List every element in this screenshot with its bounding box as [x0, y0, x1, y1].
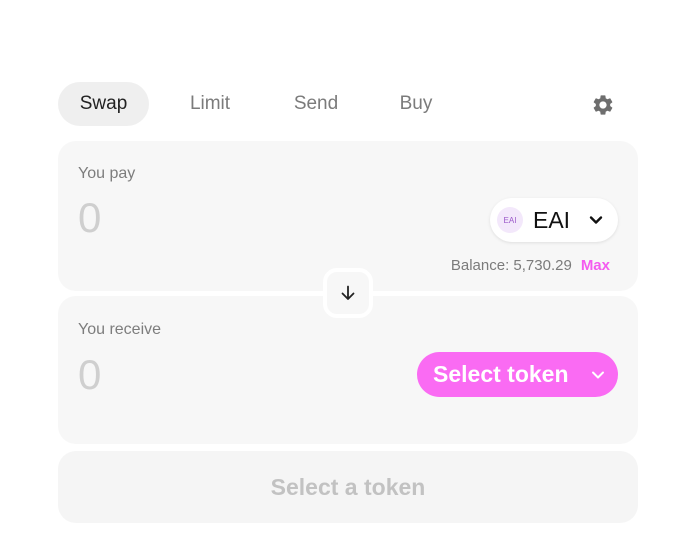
settings-button[interactable]	[590, 92, 615, 117]
chevron-down-icon	[592, 371, 604, 379]
swap-widget: Swap Limit Send Buy You pay 0 EAI EAI Ba…	[58, 82, 638, 523]
pay-token-symbol: EAI	[533, 206, 571, 233]
balance-row: Balance: 5,730.29 Max	[451, 257, 610, 274]
gear-icon	[593, 94, 612, 115]
tab-swap[interactable]: Swap	[58, 82, 149, 126]
pay-token-selector[interactable]: EAI EAI	[490, 198, 618, 242]
chevron-down-icon	[589, 216, 603, 224]
tab-limit[interactable]: Limit	[170, 82, 250, 126]
pay-amount-input[interactable]: 0	[78, 193, 101, 243]
select-token-label: Select token	[433, 361, 569, 387]
eai-token-logo: EAI	[497, 207, 523, 233]
max-button[interactable]: Max	[581, 257, 610, 274]
switch-direction-button[interactable]	[323, 268, 373, 318]
balance-text: Balance: 5,730.29	[450, 257, 572, 274]
select-a-token-button[interactable]: Select a token	[58, 451, 638, 523]
arrow-down-icon	[341, 285, 355, 300]
receive-amount-input[interactable]: 0	[78, 350, 101, 400]
tab-send[interactable]: Send	[276, 82, 356, 126]
receive-label: You receive	[78, 321, 162, 338]
pay-label: You pay	[78, 165, 136, 182]
tab-buy[interactable]: Buy	[380, 82, 452, 126]
tab-bar: Swap Limit Send Buy	[58, 82, 638, 126]
select-token-button[interactable]: Select token	[417, 352, 618, 397]
receive-panel: You receive 0 Select token	[58, 296, 638, 444]
